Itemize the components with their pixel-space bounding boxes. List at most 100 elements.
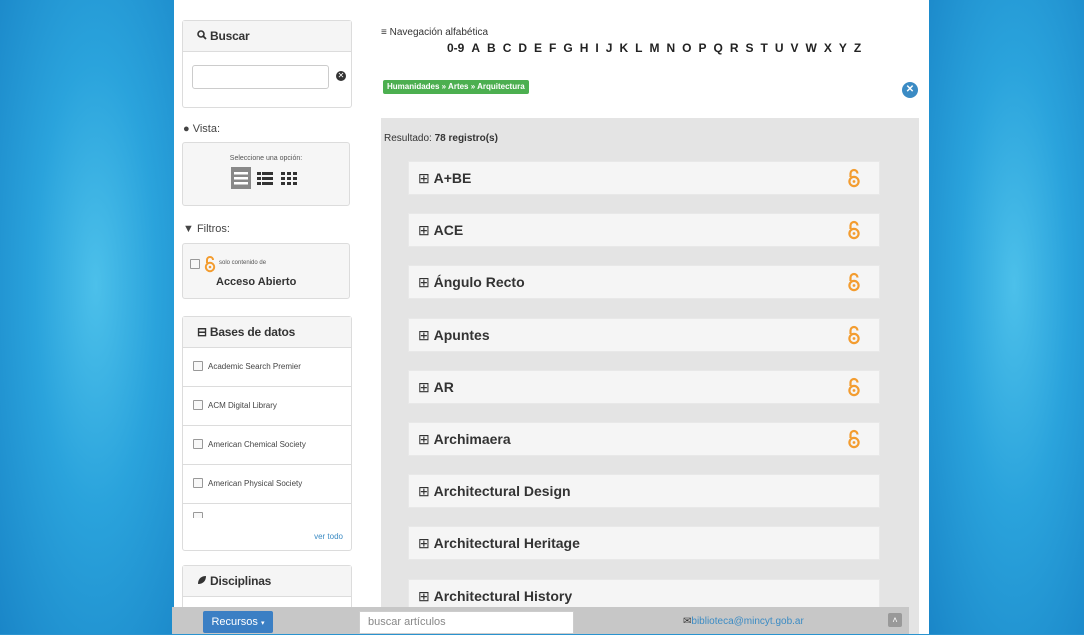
letter-link[interactable]: J xyxy=(606,41,613,55)
close-icon[interactable]: ✕ xyxy=(902,82,918,98)
disciplines-header[interactable]: Disciplinas xyxy=(183,566,351,597)
expand-icon[interactable]: ⊞ xyxy=(418,222,434,238)
result-row[interactable]: ⊞ A+BE xyxy=(408,161,880,195)
see-all-link[interactable]: ver todo xyxy=(314,532,343,541)
email-link[interactable]: ✉biblioteca@mincyt.gob.ar xyxy=(683,616,804,627)
vista-label-row: ● Vista: xyxy=(183,123,220,135)
database-icon: ⊟ xyxy=(197,325,207,339)
letter-link[interactable]: H xyxy=(580,41,589,55)
letter-link[interactable]: Y xyxy=(839,41,847,55)
letter-link[interactable]: X xyxy=(824,41,832,55)
letter-link[interactable]: U xyxy=(775,41,784,55)
open-access-icon xyxy=(847,325,861,345)
letter-link[interactable]: T xyxy=(761,41,768,55)
letter-link[interactable]: N xyxy=(666,41,675,55)
clear-search-icon[interactable]: ✕ xyxy=(336,71,346,81)
letter-link[interactable]: C xyxy=(503,41,512,55)
expand-icon[interactable]: ⊞ xyxy=(418,170,434,186)
database-label: American Physical Society xyxy=(208,479,303,488)
recursos-label: Recursos xyxy=(211,616,258,628)
database-checkbox[interactable] xyxy=(193,361,203,371)
letter-link[interactable]: P xyxy=(698,41,706,55)
result-row[interactable]: ⊞ AR xyxy=(408,369,880,404)
result-row[interactable]: ⊞ Ángulo Recto xyxy=(408,265,880,300)
expand-icon[interactable]: ⊞ xyxy=(418,535,434,551)
footer-bar: Recursos ▾ buscar artículos ✉biblioteca@… xyxy=(172,607,909,634)
database-item[interactable]: ACM Digital Library xyxy=(183,387,351,426)
alphabet-links: 0-9 A B C D E F G H I J K L M N O P Q R S T U V W X Y Z xyxy=(447,41,868,55)
database-checkbox[interactable] xyxy=(193,512,203,518)
database-item[interactable] xyxy=(183,504,351,518)
expand-icon[interactable]: ⊞ xyxy=(418,379,434,395)
expand-icon[interactable]: ⊞ xyxy=(418,274,434,290)
letter-link[interactable]: D xyxy=(518,41,527,55)
detail-view-icon[interactable] xyxy=(255,167,275,189)
result-row[interactable]: ⊞ Apuntes xyxy=(408,317,880,352)
letter-link[interactable]: Q xyxy=(713,41,722,55)
breadcrumb[interactable]: Humanidades » Artes » Arquitectura xyxy=(383,80,529,94)
database-label: ACM Digital Library xyxy=(208,401,277,410)
open-access-checkbox[interactable] xyxy=(190,259,200,269)
database-checkbox[interactable] xyxy=(193,439,203,449)
email-text: biblioteca@mincyt.gob.ar xyxy=(691,616,804,627)
result-row[interactable]: ⊞ Architectural Design xyxy=(408,474,880,509)
result-row[interactable]: ⊞ Architectural Heritage xyxy=(408,526,880,561)
databases-title: Bases de datos xyxy=(209,325,296,339)
list-view-icon[interactable] xyxy=(231,167,251,189)
letter-link[interactable]: A xyxy=(471,41,480,55)
grid-view-icon[interactable] xyxy=(279,167,299,189)
letter-link[interactable]: I xyxy=(595,41,598,55)
result-title-row[interactable]: ⊞ Ángulo Recto xyxy=(418,274,525,291)
result-title-row[interactable]: ⊞ Architectural Heritage xyxy=(418,535,580,552)
letter-link[interactable]: W xyxy=(806,41,817,55)
letter-link[interactable]: 0-9 xyxy=(447,41,464,55)
result-row[interactable]: ⊞ ACE xyxy=(408,213,880,248)
result-title: Ángulo Recto xyxy=(433,274,525,291)
vista-label: Vista: xyxy=(192,123,221,135)
result-title-row[interactable]: ⊞ Apuntes xyxy=(418,327,490,344)
database-checkbox[interactable] xyxy=(193,400,203,410)
expand-icon[interactable]: ⊞ xyxy=(418,588,434,604)
result-title-row[interactable]: ⊞ ACE xyxy=(418,222,463,239)
results-panel: Resultado: 78 registro(s) ⊞ A+BE ⊞ ACE ⊞ Á… xyxy=(381,118,919,634)
letter-link[interactable]: Z xyxy=(854,41,861,55)
article-search-input[interactable]: buscar artículos xyxy=(359,611,574,634)
scroll-top-button[interactable]: ˄ xyxy=(888,613,902,627)
expand-icon[interactable]: ⊞ xyxy=(418,483,434,499)
search-input[interactable] xyxy=(192,65,329,89)
letter-link[interactable]: R xyxy=(730,41,739,55)
letter-link[interactable]: L xyxy=(635,41,642,55)
expand-icon[interactable]: ⊞ xyxy=(418,327,434,343)
search-title: Buscar xyxy=(210,29,250,43)
letter-link[interactable]: S xyxy=(746,41,754,55)
open-access-icon xyxy=(847,429,861,449)
result-number: 78 registro(s) xyxy=(434,133,498,144)
database-item[interactable]: Academic Search Premier xyxy=(183,348,351,387)
letter-link[interactable]: E xyxy=(534,41,542,55)
result-title-row[interactable]: ⊞ AR xyxy=(418,379,454,396)
letter-link[interactable]: B xyxy=(487,41,496,55)
recursos-button[interactable]: Recursos ▾ xyxy=(203,611,273,633)
database-item[interactable]: American Physical Society xyxy=(183,465,351,504)
background-right xyxy=(929,0,1084,634)
letter-link[interactable]: G xyxy=(563,41,572,55)
result-title-row[interactable]: ⊞ Archimaera xyxy=(418,431,511,448)
page: Buscar ✕ ● Vista: Seleccione una opción:… xyxy=(174,0,929,634)
letter-link[interactable]: K xyxy=(619,41,628,55)
result-title-row[interactable]: ⊞ Architectural Design xyxy=(418,483,571,500)
result-title: AR xyxy=(433,378,454,395)
search-icon xyxy=(197,21,207,51)
result-title-row[interactable]: ⊞ Architectural History xyxy=(418,588,572,605)
filtros-label-row: ▼ Filtros: xyxy=(183,223,230,235)
database-item[interactable]: American Chemical Society xyxy=(183,426,351,465)
result-title-row[interactable]: ⊞ A+BE xyxy=(418,170,471,187)
database-checkbox[interactable] xyxy=(193,478,203,488)
background-left xyxy=(0,0,174,634)
letter-link[interactable]: M xyxy=(649,41,659,55)
view-options: Seleccione una opción: xyxy=(182,142,350,206)
result-row[interactable]: ⊞ Archimaera xyxy=(408,422,880,456)
letter-link[interactable]: O xyxy=(682,41,691,55)
letter-link[interactable]: F xyxy=(549,41,556,55)
expand-icon[interactable]: ⊞ xyxy=(418,431,434,447)
letter-link[interactable]: V xyxy=(791,41,799,55)
